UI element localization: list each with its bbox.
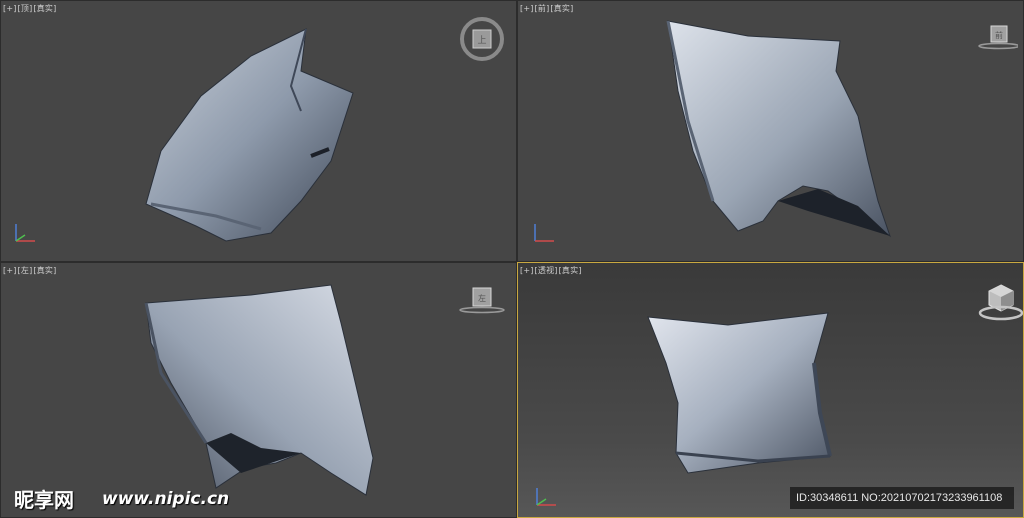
view-cube-icon[interactable]: 左: [459, 285, 505, 315]
viewport-left[interactable]: [+][左][真实] 左: [0, 262, 517, 518]
axis-tripod-icon: [15, 224, 35, 242]
pillow-model-top[interactable]: [1, 1, 517, 262]
pillow-model-perspective[interactable]: [518, 263, 1024, 518]
view-cube-face: 前: [995, 30, 1003, 40]
view-cube-icon[interactable]: [978, 281, 1024, 323]
viewport-front[interactable]: [+][前][真实] 前: [517, 0, 1024, 262]
watermark-url: www.nipic.cn: [102, 489, 230, 509]
view-cube-face: 上: [477, 35, 486, 46]
view-cube-icon[interactable]: 前: [978, 23, 1018, 51]
image-id-bar: ID:30348611 NO:20210702173233961108: [790, 487, 1014, 509]
axis-tripod-icon: [534, 224, 554, 242]
view-cube-face: 左: [478, 293, 486, 303]
watermark-logo: 昵享网: [14, 488, 74, 512]
pillow-model-front[interactable]: [518, 1, 1024, 262]
view-cube-icon[interactable]: 上: [459, 16, 505, 62]
viewport-top[interactable]: [+][顶][真实] 上: [0, 0, 517, 262]
axis-tripod-icon: [536, 488, 556, 506]
viewport-perspective[interactable]: [+][透视][真实]: [517, 262, 1024, 518]
pillow-model-left[interactable]: [1, 263, 517, 518]
